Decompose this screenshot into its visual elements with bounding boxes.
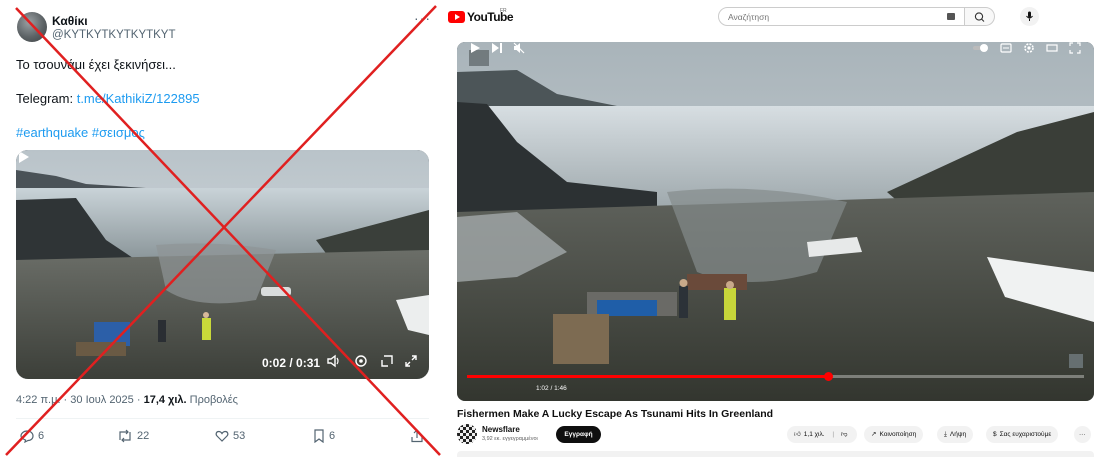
hashtag-seismos[interactable]: #σεισμος [92,125,145,140]
tweet-card: Καθίκι @KYTKYTKYTKYTKYT ··· Το τσουνάμι … [0,0,446,457]
user-handle[interactable]: @KYTKYTKYTKYTKYT [52,29,176,41]
bookmark-button[interactable]: 6 [313,429,335,447]
share-button[interactable]: ↗ Κοινοποίηση [864,426,924,443]
keyboard-icon[interactable] [947,13,955,20]
channel-subscribers: 3,92 εκ. εγγεγραμμένοι [482,436,538,442]
subtitles-icon[interactable] [1000,42,1012,54]
search-icon [974,12,985,22]
subscribe-button[interactable]: Εγγραφή [556,426,601,443]
display-name[interactable]: Καθίκι [52,14,88,28]
progress-scrubber[interactable] [824,372,833,381]
like-count[interactable]: 1,1 χιλ. [804,431,825,438]
views-label: Προβολές [186,394,238,406]
fullscreen-icon[interactable] [1069,42,1081,54]
dollar-heart-icon: $ [993,431,997,438]
search-button[interactable] [965,7,995,26]
play-icon[interactable] [16,150,30,164]
telegram-link[interactable]: t.me/KathikiZ/122895 [77,91,200,106]
thanks-button[interactable]: $ Σας ευχαριστούμε [986,426,1059,443]
video-player[interactable]: 1:02 / 1:46 [457,42,1094,401]
search-input[interactable] [728,10,928,24]
picture-in-picture-icon[interactable] [380,354,394,368]
avatar[interactable] [17,12,47,42]
video-time: 1:02 / 1:46 [536,385,567,392]
tweet-video[interactable] [16,150,429,379]
tweet-text: Το τσουνάμι έχει ξεκινήσει... [16,57,176,72]
more-actions-button[interactable]: ··· [1074,426,1091,443]
video-time: 0:02 / 0:31 [262,356,321,370]
volume-icon[interactable] [326,354,340,368]
country-code: FR [500,8,507,14]
youtube-page: YouTube FR Αναζήτηση 1:02 / 1:46 Fisherm… [446,0,1100,457]
progress-fill [467,375,828,378]
telegram-label: Telegram: [16,91,77,106]
search-box [718,7,965,26]
mic-button[interactable] [1020,7,1039,26]
mic-icon [1026,11,1033,21]
hashtag-earthquake[interactable]: #earthquake [16,125,88,140]
download-icon: ⤓ [944,431,947,438]
heart-icon [215,430,229,442]
reply-count: 6 [38,430,45,442]
retweet-button[interactable]: 22 [117,429,149,447]
youtube-logo-icon [448,11,465,23]
share-icon [411,429,423,443]
play-icon[interactable] [469,42,481,54]
video-title: Fishermen Make A Lucky Escape As Tsunami… [457,408,774,420]
share-button[interactable] [410,429,424,447]
share-arrow-icon: ↗ [871,431,877,438]
like-dislike-group: 👍︎ 1,1 χιλ. | 👎︎ [787,426,857,443]
reply-icon [20,430,34,444]
like-button[interactable]: 53 [215,429,245,447]
next-icon[interactable] [491,42,503,54]
autoplay-toggle-icon[interactable] [972,42,990,54]
channel-avatar[interactable] [457,424,477,444]
muted-volume-icon[interactable] [513,42,525,54]
more-dots-icon[interactable]: ··· [414,10,431,26]
video-frame-image [16,150,429,379]
like-count: 53 [233,430,246,442]
download-label: Λήψη [949,431,967,438]
thanks-label: Σας ευχαριστούμε [999,431,1052,438]
share-label: Κοινοποίηση [879,431,917,438]
divider [16,418,429,419]
settings-icon[interactable] [354,354,368,368]
reply-button[interactable]: 6 [20,429,44,447]
tweet-timestamp[interactable]: 4:22 π.μ. · 30 Ιουλ 2025 · [16,394,144,406]
video-frame-image [457,42,1094,401]
fullscreen-icon[interactable] [404,354,418,368]
tweet-meta: 4:22 π.μ. · 30 Ιουλ 2025 · 17,4 χιλ. Προ… [16,394,238,406]
retweet-icon [119,429,131,443]
bookmark-count: 6 [329,430,336,442]
bookmark-icon [314,429,324,444]
channel-name[interactable]: Newsflare [482,425,520,434]
settings-gear-icon[interactable] [1023,42,1035,54]
hashtags: #earthquake #σεισμος [16,125,145,140]
retweet-count: 22 [137,430,150,442]
description-box [457,451,1094,457]
thumbs-up-icon[interactable]: 👍︎ [794,431,801,438]
telegram-line: Telegram: t.me/KathikiZ/122895 [16,91,200,106]
theater-mode-icon[interactable] [1046,42,1058,54]
thumbs-down-icon[interactable]: 👎︎ [841,431,848,438]
views-count: 17,4 χιλ. [143,394,187,406]
download-button[interactable]: ⤓ Λήψη [937,426,974,443]
